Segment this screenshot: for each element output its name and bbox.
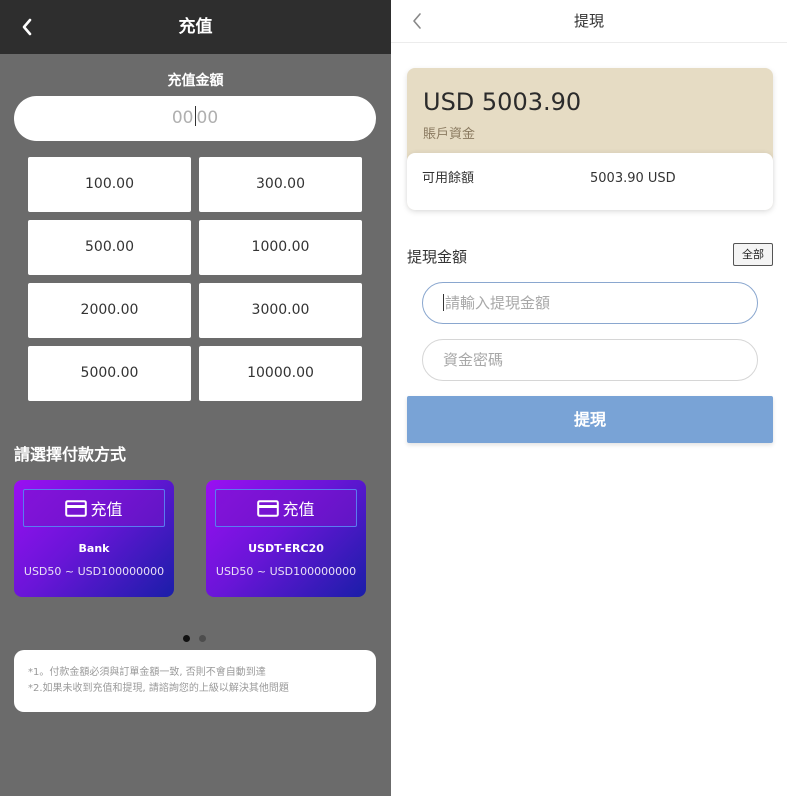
preset-amount-button[interactable]: 300.00 (199, 157, 362, 212)
deposit-method-button[interactable]: 充值 (215, 489, 357, 527)
payment-method-name: Bank (78, 542, 110, 555)
text-caret (443, 294, 444, 311)
payment-method-range: USD50 ~ USD100000000 (215, 565, 357, 578)
deposit-amount-label: 充值金額 (167, 73, 224, 89)
available-balance-row: 可用餘額 5003.90 USD (407, 153, 773, 210)
withdraw-panel: 提現 USD 5003.90 賬戶資金 可用餘額 5003.90 USD 提現金… (391, 0, 787, 796)
amount-placeholder-right: 00 (196, 108, 219, 128)
preset-amount-button[interactable]: 100.00 (28, 157, 191, 212)
deposit-amount-input[interactable]: 00 00 (14, 96, 376, 141)
deposit-title: 充值 (178, 17, 213, 37)
preset-amount-button[interactable]: 2000.00 (28, 283, 191, 338)
payment-method-name: USDT-ERC20 (248, 542, 324, 555)
withdraw-amount-label: 提現金額 (407, 248, 468, 266)
withdraw-submit-button[interactable]: 提現 (407, 396, 773, 443)
available-balance-value: 5003.90 USD (590, 171, 676, 186)
note-line: *2.如果未收到充值和提現, 請諮詢您的上級以解決其他問題 (28, 683, 289, 694)
amount-placeholder-left: 00 (171, 108, 194, 128)
balance-card: USD 5003.90 賬戶資金 可用餘額 5003.90 USD (407, 68, 773, 210)
fund-password-placeholder: 資金密碼 (443, 351, 504, 369)
preset-amount-button[interactable]: 3000.00 (199, 283, 362, 338)
deposit-method-button[interactable]: 充值 (23, 489, 165, 527)
payment-method-range: USD50 ~ USD100000000 (23, 565, 165, 578)
payment-method-card-usdt[interactable]: 充值 USDT-ERC20 USD50 ~ USD100000000 (206, 480, 366, 597)
withdraw-all-button[interactable]: 全部 (733, 243, 773, 266)
credit-card-icon (65, 499, 88, 517)
fund-password-input[interactable]: 資金密碼 (422, 339, 758, 381)
back-icon[interactable] (411, 12, 423, 30)
deposit-method-button-label: 充值 (90, 500, 123, 519)
note-line: *1。付款金額必須與訂單金額一致, 否則不會自動到達 (28, 667, 266, 678)
balance-amount: USD 5003.90 (423, 88, 582, 116)
carousel-dot[interactable] (199, 635, 206, 642)
text-caret (194, 106, 196, 126)
balance-label: 賬戶資金 (423, 127, 476, 142)
back-icon[interactable] (18, 15, 38, 39)
preset-amount-button[interactable]: 1000.00 (199, 220, 362, 275)
payment-method-label: 請選擇付款方式 (14, 445, 127, 464)
deposit-method-button-label: 充值 (282, 500, 315, 519)
deposit-panel: 充值 充值金額 00 00 100.00 300.00 500.00 1000.0… (0, 0, 391, 796)
deposit-notes: *1。付款金額必須與訂單金額一致, 否則不會自動到達 *2.如果未收到充值和提現… (14, 650, 376, 712)
preset-amount-button[interactable]: 5000.00 (28, 346, 191, 401)
payment-method-card-bank[interactable]: 充值 Bank USD50 ~ USD100000000 (14, 480, 174, 597)
carousel-dot-active[interactable] (183, 635, 190, 642)
credit-card-icon (257, 499, 280, 517)
withdraw-amount-input[interactable]: 請輸入提現金額 (422, 282, 758, 324)
available-balance-label: 可用餘額 (422, 171, 475, 186)
preset-amount-button[interactable]: 10000.00 (199, 346, 362, 401)
deposit-header: 充值 (0, 0, 391, 54)
withdraw-amount-placeholder: 請輸入提現金額 (445, 294, 551, 312)
withdraw-title: 提現 (573, 12, 604, 30)
preset-amount-button[interactable]: 500.00 (28, 220, 191, 275)
withdraw-header: 提現 (391, 0, 787, 43)
